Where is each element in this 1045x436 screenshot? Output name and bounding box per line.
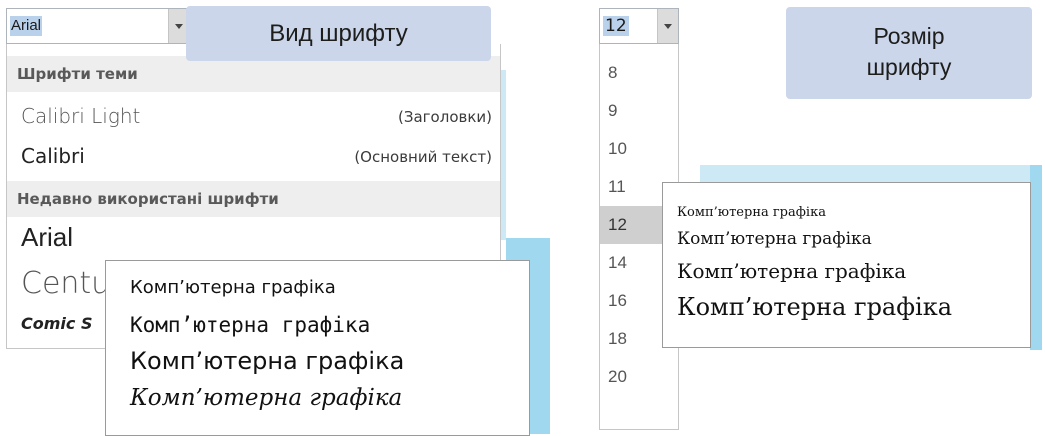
font-option-label: Calibri (21, 144, 85, 168)
sample-text-script: Комп’ютерна графіка (130, 385, 403, 411)
sample-text-size-large: Комп’ютерна графіка (677, 259, 907, 283)
size-option-10[interactable]: 10 (600, 130, 678, 168)
sample-text-mono: Комп’ютерна графіка (130, 313, 371, 337)
font-type-sample-box: Комп’ютерна графіка Комп’ютерна графіка … (105, 260, 530, 436)
chevron-down-icon (175, 24, 183, 29)
font-size-callout: Розмір шрифту (786, 7, 1032, 99)
sample-text-size-medium: Комп’ютерна графіка (677, 229, 872, 249)
font-size-input[interactable]: 12 (603, 16, 629, 36)
decor-bar (1030, 165, 1042, 350)
font-option-label: Arial (21, 222, 74, 252)
font-name-input[interactable]: Arial (10, 16, 43, 36)
font-option-calibri-light[interactable]: Calibri Light (Заголовки) (7, 104, 500, 140)
recent-fonts-header: Недавно використані шрифти (7, 181, 500, 217)
size-option-9[interactable]: 9 (600, 92, 678, 130)
font-option-label: Comic S (21, 314, 93, 333)
theme-fonts-header: Шрифти теми (7, 56, 500, 92)
callout-line: Розмір (873, 23, 945, 49)
font-type-callout: Вид шрифту (186, 6, 491, 61)
size-option-8[interactable]: 8 (600, 54, 678, 92)
font-option-arial[interactable]: Arial (7, 222, 500, 262)
font-name-combobox[interactable]: Arial (6, 8, 190, 44)
size-dropdown-button[interactable] (657, 9, 678, 43)
font-option-calibri[interactable]: Calibri (Основний текст) (7, 144, 500, 180)
sample-text-size-small: Комп’ютерна графіка (677, 205, 826, 220)
sample-text-sans: Комп’ютерна графіка (130, 347, 405, 375)
sample-text-size-xlarge: Комп’ютерна графіка (677, 293, 953, 321)
size-option-20[interactable]: 20 (600, 358, 678, 396)
font-option-note: (Заголовки) (398, 108, 492, 126)
font-size-sample-box: Комп’ютерна графіка Комп’ютерна графіка … (662, 182, 1031, 348)
chevron-down-icon (664, 24, 672, 29)
callout-line: шрифту (866, 54, 952, 80)
sample-text-calibri: Комп’ютерна графіка (130, 277, 336, 298)
font-option-note: (Основний текст) (354, 148, 492, 166)
font-option-label: Calibri Light (21, 104, 141, 128)
font-option-label: Centu (21, 266, 111, 301)
font-size-combobox[interactable]: 12 (599, 8, 679, 44)
